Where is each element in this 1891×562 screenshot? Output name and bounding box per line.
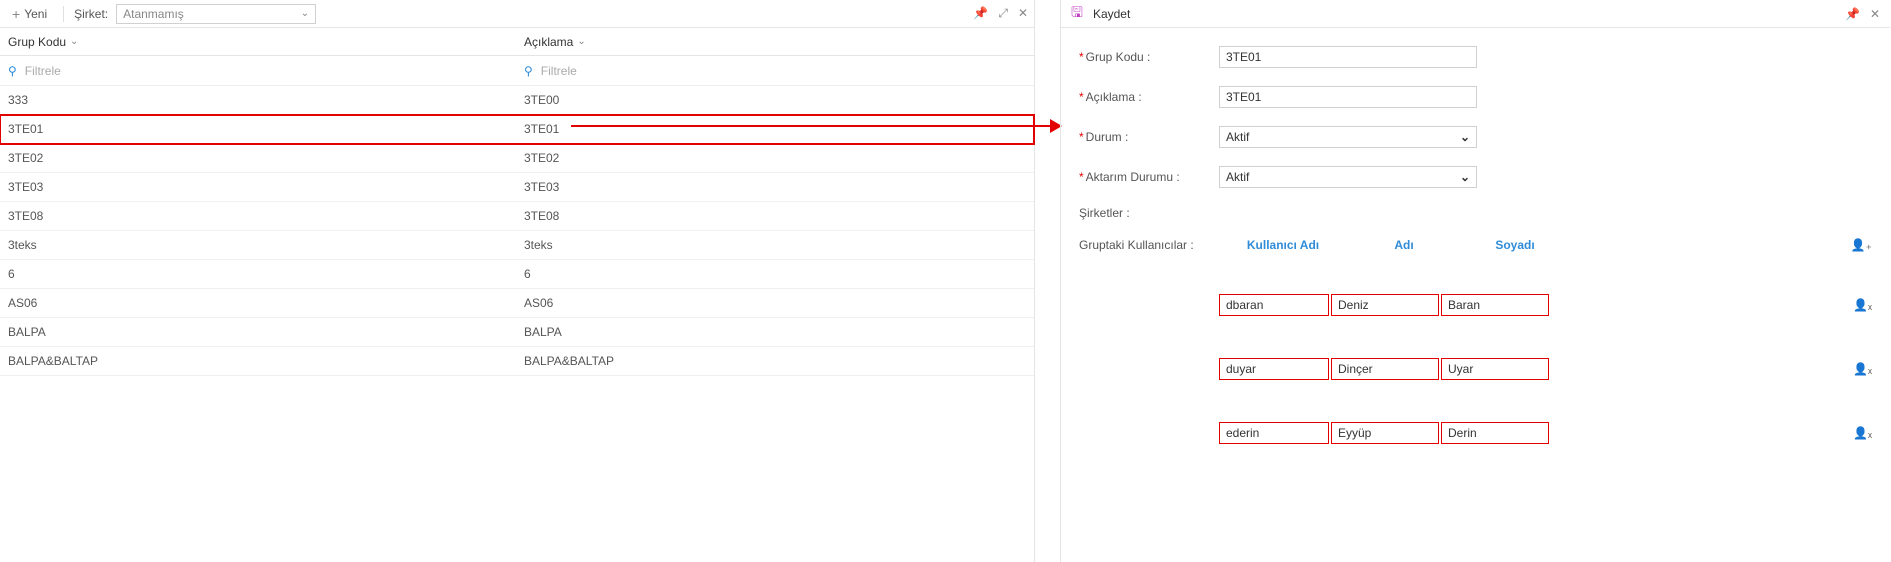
user-username-input[interactable]: duyar	[1219, 358, 1329, 380]
table-row[interactable]: BALPA BALPA	[0, 318, 1034, 347]
expand-icon[interactable]: ⤢	[998, 6, 1008, 21]
detail-header: 🖫 Kaydet 📌 ✕	[1061, 0, 1890, 28]
user-username-input[interactable]: dbaran	[1219, 294, 1329, 316]
column-header-aciklama[interactable]: Açıklama ⌄	[522, 35, 1034, 49]
user-row: duyar Dinçer Uyar 👤ₓ	[1079, 358, 1872, 380]
aciklama-label: *Açıklama :	[1079, 90, 1219, 104]
column-header-grup-kodu[interactable]: Grup Kodu ⌄	[0, 35, 522, 49]
company-select[interactable]: Atanmamış ⌄	[116, 4, 316, 24]
pin-icon[interactable]: 📌	[973, 6, 988, 21]
user-username-input[interactable]: ederin	[1219, 422, 1329, 444]
sort-icon: ⌄	[70, 36, 78, 47]
close-icon[interactable]: ✕	[1018, 6, 1028, 21]
left-panel: + Yeni Şirket: Atanmamış ⌄ 📌 ⤢ ✕ Grup Ko…	[0, 0, 1035, 562]
table-row[interactable]: 3teks 3teks	[0, 231, 1034, 260]
filter-icon[interactable]: ⚲	[524, 64, 533, 78]
user-row: dbaran Deniz Baran 👤ₓ	[1079, 294, 1872, 316]
aktarim-durumu-label: *Aktarım Durumu :	[1079, 170, 1219, 184]
pin-icon[interactable]: 📌	[1845, 7, 1860, 21]
sort-icon: ⌄	[577, 36, 585, 47]
table-row[interactable]: 3TE08 3TE08	[0, 202, 1034, 231]
user-surname-input[interactable]: Uyar	[1441, 358, 1549, 380]
user-row: ederin Eyyüp Derin 👤ₓ	[1079, 422, 1872, 444]
save-label[interactable]: Kaydet	[1093, 7, 1130, 21]
users-col-surname[interactable]: Soyadı	[1461, 238, 1569, 252]
users-col-username[interactable]: Kullanıcı Adı	[1219, 238, 1347, 252]
new-button-label: Yeni	[24, 7, 47, 21]
table-row[interactable]: AS06 AS06	[0, 289, 1034, 318]
users-section: Gruptaki Kullanıcılar : Kullanıcı Adı Ad…	[1061, 238, 1890, 444]
users-header: Gruptaki Kullanıcılar : Kullanıcı Adı Ad…	[1079, 238, 1872, 252]
close-icon[interactable]: ✕	[1870, 7, 1880, 21]
add-user-icon[interactable]: 👤₊	[1851, 238, 1872, 252]
toolbar-separator	[63, 6, 64, 22]
new-button[interactable]: + Yeni	[6, 6, 53, 22]
users-col-name[interactable]: Adı	[1349, 238, 1459, 252]
save-icon[interactable]: 🖫	[1071, 2, 1083, 26]
durum-label: *Durum :	[1079, 130, 1219, 144]
user-surname-input[interactable]: Baran	[1441, 294, 1549, 316]
durum-select[interactable]: Aktif ⌄	[1219, 126, 1477, 148]
table-row[interactable]: 3TE02 3TE02	[0, 144, 1034, 173]
table-row-selected[interactable]: 3TE01 3TE01	[0, 115, 1034, 144]
user-surname-input[interactable]: Derin	[1441, 422, 1549, 444]
grid-header: Grup Kodu ⌄ Açıklama ⌄	[0, 28, 1034, 56]
left-toolbar: + Yeni Şirket: Atanmamış ⌄ 📌 ⤢ ✕	[0, 0, 1034, 28]
aciklama-input[interactable]: 3TE01	[1219, 86, 1477, 108]
remove-user-icon[interactable]: 👤ₓ	[1853, 426, 1872, 440]
filter-input-grup-kodu[interactable]: Filtrele	[25, 64, 61, 78]
grup-kodu-input[interactable]: 3TE01	[1219, 46, 1477, 68]
filter-row: ⚲ Filtrele ⚲ Filtrele	[0, 56, 1034, 86]
detail-panel: 🖫 Kaydet 📌 ✕ *Grup Kodu : 3TE01 *Açıklam…	[1060, 0, 1890, 562]
remove-user-icon[interactable]: 👤ₓ	[1853, 298, 1872, 312]
remove-user-icon[interactable]: 👤ₓ	[1853, 362, 1872, 376]
chevron-down-icon: ⌄	[1460, 130, 1470, 144]
grup-kodu-label: *Grup Kodu :	[1079, 50, 1219, 64]
filter-icon[interactable]: ⚲	[8, 64, 17, 78]
table-row[interactable]: 333 3TE00	[0, 86, 1034, 115]
sirketler-label: Şirketler :	[1079, 206, 1219, 220]
aktarim-durumu-select[interactable]: Aktif ⌄	[1219, 166, 1477, 188]
table-row[interactable]: 6 6	[0, 260, 1034, 289]
users-section-label: Gruptaki Kullanıcılar :	[1079, 238, 1219, 252]
user-name-input[interactable]: Eyyüp	[1331, 422, 1439, 444]
company-select-value: Atanmamış	[123, 7, 184, 21]
chevron-down-icon: ⌄	[1460, 170, 1470, 184]
table-row[interactable]: BALPA&BALTAP BALPA&BALTAP	[0, 347, 1034, 376]
user-name-input[interactable]: Dinçer	[1331, 358, 1439, 380]
table-row[interactable]: 3TE03 3TE03	[0, 173, 1034, 202]
chevron-down-icon: ⌄	[301, 8, 309, 19]
filter-input-aciklama[interactable]: Filtrele	[541, 64, 577, 78]
detail-form: *Grup Kodu : 3TE01 *Açıklama : 3TE01 *Du…	[1061, 28, 1890, 220]
plus-icon: +	[12, 6, 20, 22]
company-label: Şirket:	[74, 7, 108, 21]
user-name-input[interactable]: Deniz	[1331, 294, 1439, 316]
